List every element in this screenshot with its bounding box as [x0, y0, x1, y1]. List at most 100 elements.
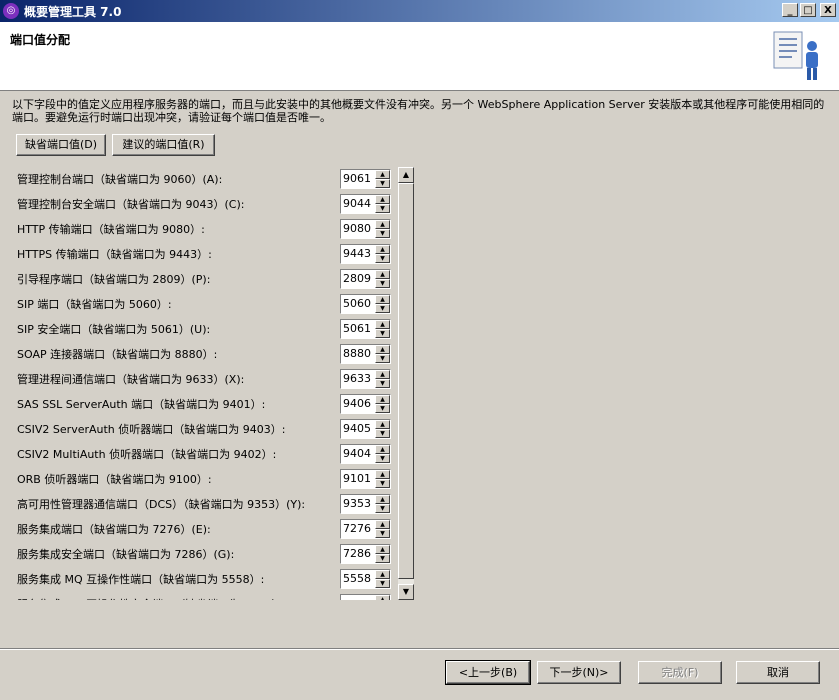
port-label: CSIV2 ServerAuth 侦听器端口（缺省端口为 9403）:	[17, 423, 286, 436]
spin-down-icon[interactable]: ▼	[375, 229, 390, 238]
finish-button[interactable]: 完成(F)	[638, 661, 722, 684]
recommended-ports-button[interactable]: 建议的端口值(R)	[112, 134, 215, 156]
spin-up-icon[interactable]: ▲	[375, 195, 390, 204]
vertical-scrollbar[interactable]: ▲ ▼	[398, 167, 414, 600]
spin-up-icon[interactable]: ▲	[375, 445, 390, 454]
spin-down-icon[interactable]: ▼	[375, 529, 390, 538]
port-value-input[interactable]	[341, 370, 375, 388]
spin-down-icon[interactable]: ▼	[375, 379, 390, 388]
spin-up-icon[interactable]: ▲	[375, 470, 390, 479]
port-label: ORB 侦听器端口（缺省端口为 9100）:	[17, 473, 212, 486]
spin-up-icon[interactable]: ▲	[375, 245, 390, 254]
spin-down-icon[interactable]: ▼	[375, 429, 390, 438]
port-value-input[interactable]	[341, 445, 375, 463]
app-icon: ◎	[3, 3, 19, 19]
next-button[interactable]: 下一步(N)>	[537, 661, 621, 684]
port-spinner[interactable]: ▲▼	[340, 469, 391, 489]
port-label: 管理控制台端口（缺省端口为 9060）(A):	[17, 173, 223, 186]
port-value-input[interactable]	[341, 295, 375, 313]
port-value-input[interactable]	[341, 545, 375, 563]
spin-down-icon[interactable]: ▼	[375, 254, 390, 263]
port-spinner[interactable]: ▲▼	[340, 294, 391, 314]
spin-down-icon[interactable]: ▼	[375, 479, 390, 488]
port-value-input[interactable]	[341, 595, 375, 600]
port-value-input[interactable]	[341, 270, 375, 288]
default-ports-button[interactable]: 缺省端口值(D)	[16, 134, 106, 156]
wizard-checklist-person-icon	[773, 31, 818, 80]
port-value-input[interactable]	[341, 320, 375, 338]
port-row: SIP 安全端口（缺省端口为 5061）(U): ▲▼	[12, 316, 400, 339]
port-spinner[interactable]: ▲▼	[340, 269, 391, 289]
port-row: 管理进程间通信端口（缺省端口为 9633）(X): ▲▼	[12, 366, 400, 389]
spin-up-icon[interactable]: ▲	[375, 595, 390, 600]
title-bar[interactable]: ◎ 概要管理工具 7.0 _ □ X	[0, 0, 839, 22]
scroll-thumb[interactable]	[398, 183, 414, 579]
spin-down-icon[interactable]: ▼	[375, 579, 390, 588]
port-value-input[interactable]	[341, 495, 375, 513]
spin-up-icon[interactable]: ▲	[375, 170, 390, 179]
port-label: 高可用性管理器通信端口（DCS）（缺省端口为 9353）(Y):	[17, 498, 306, 511]
spin-up-icon[interactable]: ▲	[375, 320, 390, 329]
description-text: 以下字段中的值定义应用程序服务器的端口，而且与此安装中的其他概要文件没有冲突。另…	[12, 98, 825, 124]
port-value-input[interactable]	[341, 345, 375, 363]
port-value-input[interactable]	[341, 395, 375, 413]
spin-up-icon[interactable]: ▲	[375, 495, 390, 504]
port-value-input[interactable]	[341, 195, 375, 213]
port-row: CSIV2 MultiAuth 侦听器端口（缺省端口为 9402）: ▲▼	[12, 441, 400, 464]
port-row: 管理控制台端口（缺省端口为 9060）(A): ▲▼	[12, 166, 400, 189]
back-button[interactable]: <上一步(B)	[445, 660, 531, 685]
cancel-button[interactable]: 取消	[736, 661, 820, 684]
port-spinner[interactable]: ▲▼	[340, 194, 391, 214]
spin-down-icon[interactable]: ▼	[375, 329, 390, 338]
spin-up-icon[interactable]: ▲	[375, 270, 390, 279]
window-title: 概要管理工具 7.0	[24, 5, 122, 19]
port-spinner[interactable]: ▲▼	[340, 594, 391, 600]
port-label: SAS SSL ServerAuth 端口（缺省端口为 9401）:	[17, 398, 266, 411]
spin-down-icon[interactable]: ▼	[375, 304, 390, 313]
port-value-input[interactable]	[341, 420, 375, 438]
port-spinner[interactable]: ▲▼	[340, 394, 391, 414]
port-label: SOAP 连接器端口（缺省端口为 8880）:	[17, 348, 218, 361]
spin-up-icon[interactable]: ▲	[375, 570, 390, 579]
port-value-input[interactable]	[341, 520, 375, 538]
port-spinner[interactable]: ▲▼	[340, 494, 391, 514]
port-value-input[interactable]	[341, 245, 375, 263]
spin-down-icon[interactable]: ▼	[375, 279, 390, 288]
spin-up-icon[interactable]: ▲	[375, 420, 390, 429]
spin-down-icon[interactable]: ▼	[375, 554, 390, 563]
spin-down-icon[interactable]: ▼	[375, 354, 390, 363]
port-spinner[interactable]: ▲▼	[340, 344, 391, 364]
spin-up-icon[interactable]: ▲	[375, 345, 390, 354]
port-spinner[interactable]: ▲▼	[340, 169, 391, 189]
scroll-down-button[interactable]: ▼	[398, 584, 414, 600]
maximize-button[interactable]: □	[800, 3, 816, 17]
scroll-up-button[interactable]: ▲	[398, 167, 414, 183]
spin-up-icon[interactable]: ▲	[375, 295, 390, 304]
spin-up-icon[interactable]: ▲	[375, 545, 390, 554]
spin-up-icon[interactable]: ▲	[375, 370, 390, 379]
port-spinner[interactable]: ▲▼	[340, 419, 391, 439]
spin-up-icon[interactable]: ▲	[375, 520, 390, 529]
spin-up-icon[interactable]: ▲	[375, 220, 390, 229]
port-value-input[interactable]	[341, 170, 375, 188]
port-value-input[interactable]	[341, 220, 375, 238]
spin-down-icon[interactable]: ▼	[375, 179, 390, 188]
port-label: CSIV2 MultiAuth 侦听器端口（缺省端口为 9402）:	[17, 448, 277, 461]
port-spinner[interactable]: ▲▼	[340, 544, 391, 564]
port-value-input[interactable]	[341, 470, 375, 488]
port-spinner[interactable]: ▲▼	[340, 569, 391, 589]
minimize-button[interactable]: _	[782, 3, 798, 17]
port-spinner[interactable]: ▲▼	[340, 319, 391, 339]
spin-down-icon[interactable]: ▼	[375, 404, 390, 413]
port-value-input[interactable]	[341, 570, 375, 588]
spin-down-icon[interactable]: ▼	[375, 454, 390, 463]
port-spinner[interactable]: ▲▼	[340, 219, 391, 239]
port-spinner[interactable]: ▲▼	[340, 244, 391, 264]
port-spinner[interactable]: ▲▼	[340, 369, 391, 389]
spin-down-icon[interactable]: ▼	[375, 204, 390, 213]
spin-up-icon[interactable]: ▲	[375, 395, 390, 404]
port-spinner[interactable]: ▲▼	[340, 444, 391, 464]
port-spinner[interactable]: ▲▼	[340, 519, 391, 539]
spin-down-icon[interactable]: ▼	[375, 504, 390, 513]
close-button[interactable]: X	[820, 3, 836, 17]
